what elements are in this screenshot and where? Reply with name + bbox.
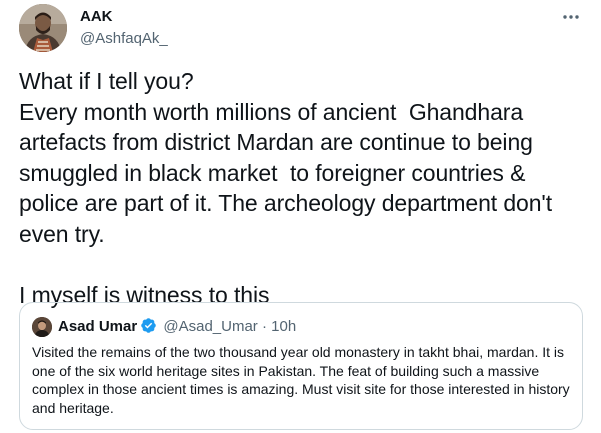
quoted-author-handle[interactable]: @Asad_Umar	[163, 318, 257, 335]
header-separator: ·	[261, 318, 267, 335]
author-avatar[interactable]	[19, 4, 67, 52]
quoted-author-name[interactable]: Asad Umar	[58, 318, 137, 335]
quoted-author-avatar	[32, 317, 52, 337]
quoted-tweet-time[interactable]: 10h	[271, 318, 296, 335]
tweet-text: What if I tell you? Every month worth mi…	[19, 68, 553, 308]
more-options-icon[interactable]	[561, 10, 581, 24]
author-handle[interactable]: @AshfaqAk_	[80, 30, 168, 47]
verified-badge-icon	[140, 317, 157, 334]
quoted-tweet-header: Asad Umar @Asad_Umar · 10h	[58, 317, 296, 337]
quoted-tweet-card[interactable]: Asad Umar @Asad_Umar · 10h Visited the r…	[19, 302, 583, 430]
author-display-name[interactable]: AAK	[80, 8, 113, 25]
quoted-tweet-text: Visited the remains of the two thousand …	[32, 344, 570, 416]
tweet: AAK @AshfaqAk_ What if I tell you? Every…	[0, 0, 601, 433]
